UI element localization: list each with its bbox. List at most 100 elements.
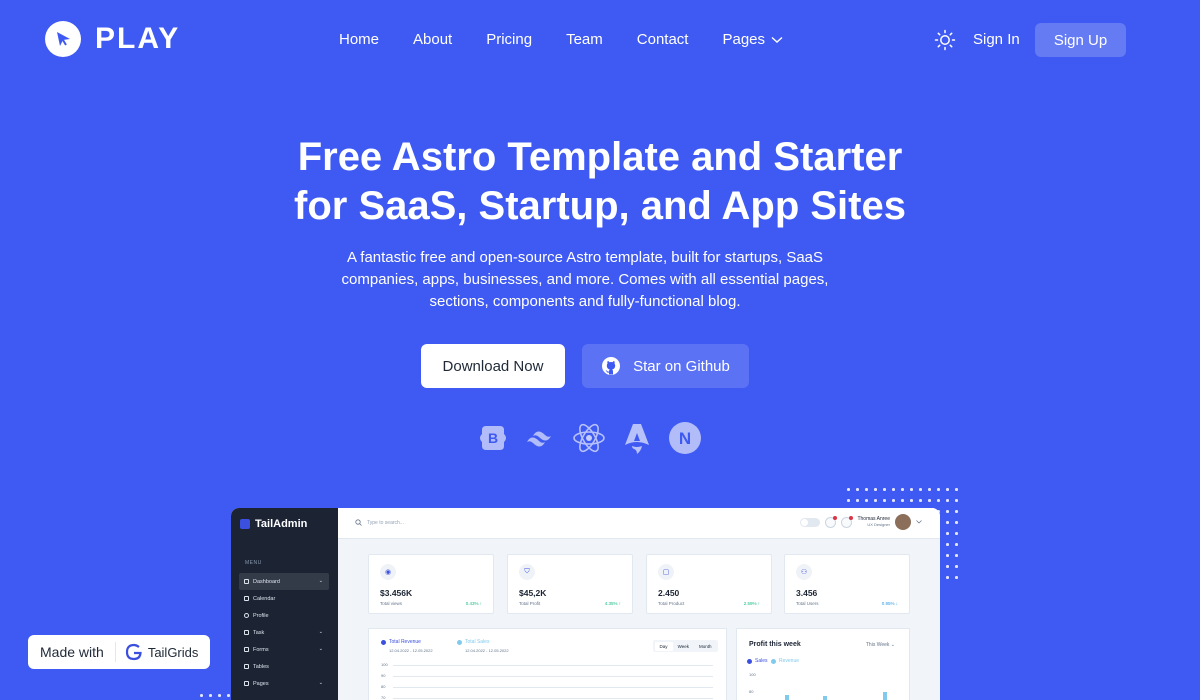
stat-change: 0.43% ↑ — [465, 601, 482, 606]
made-with-label: Made with — [40, 644, 104, 660]
revenue-chart-panel: Total Revenue 12.04.2022 - 12.05.2022 To… — [368, 628, 727, 700]
stat-value: 3.456 — [796, 588, 818, 598]
profit-chart-panel: Profit this week This Week ⌄ Sales Reven… — [736, 628, 910, 700]
nav-about[interactable]: About — [413, 31, 452, 48]
tailgrids-label: TailGrids — [147, 644, 199, 660]
preview-nav-calendar: Calendar — [239, 590, 329, 607]
search-icon — [355, 519, 362, 526]
profit-bar — [883, 692, 887, 700]
decorative-dot — [946, 510, 949, 513]
nav-pricing[interactable]: Pricing — [486, 31, 532, 48]
sign-in-link[interactable]: Sign In — [973, 31, 1020, 48]
bootstrap-icon: B — [476, 421, 510, 455]
stat-card-profit: ⛉ $45,2K Total Profit 4.35% ↑ — [507, 554, 633, 614]
decorative-dot — [955, 521, 958, 524]
decorative-dot — [955, 488, 958, 491]
github-icon — [602, 357, 621, 375]
decorative-dot — [209, 694, 212, 697]
decorative-dot — [856, 488, 859, 491]
nav-pages-label: Pages — [722, 31, 766, 48]
nav-home[interactable]: Home — [339, 31, 379, 48]
decorative-dot — [919, 488, 922, 491]
preview-nav-label: Profile — [253, 612, 269, 619]
legend-date: 12.04.2022 - 12.05.2022 — [389, 648, 433, 653]
stat-change: 0.95% ↓ — [881, 601, 898, 606]
form-icon — [244, 647, 249, 652]
seg-day: Day — [654, 641, 673, 651]
stat-change: 4.35% ↑ — [604, 601, 621, 606]
sign-up-button[interactable]: Sign Up — [1035, 23, 1126, 57]
bag-icon: ▢ — [658, 564, 674, 580]
decorative-dot — [910, 499, 913, 502]
cart-icon: ⛉ — [519, 564, 535, 580]
y-tick: 80 — [381, 684, 386, 689]
stat-card-views: ◉ $3.456K Total views 0.43% ↑ — [368, 554, 494, 614]
y-tick: 100 — [381, 662, 388, 667]
dark-mode-toggle — [800, 517, 821, 527]
preview-search: Type to search... — [355, 519, 404, 526]
legend-label: Total Sales — [465, 639, 490, 645]
preview-nav-dashboard: Dashboard ⌄ — [239, 573, 329, 590]
y-tick: 70 — [381, 695, 386, 700]
chevron-down-icon — [771, 36, 783, 43]
legend-sales: Sales — [747, 658, 768, 664]
decorative-dot — [937, 488, 940, 491]
chevron-down-icon: ⌄ — [318, 578, 323, 584]
tailgrids-logo-icon — [125, 643, 142, 661]
main-nav: Home About Pricing Team Contact Pages — [339, 31, 783, 48]
decorative-dot — [865, 488, 868, 491]
tailadmin-logo-icon — [240, 519, 250, 529]
stat-value: $3.456K — [380, 588, 413, 598]
preview-nav-label: Dashboard — [253, 578, 280, 585]
preview-user-info: Thomas Anree UX Designer — [857, 516, 890, 528]
chevron-down-icon: ⌄ — [318, 680, 323, 686]
pages-icon — [244, 681, 249, 686]
download-now-button[interactable]: Download Now — [421, 344, 565, 388]
decorative-dot — [874, 499, 877, 502]
preview-nav-label: Tables — [253, 663, 269, 670]
stat-change: 2.59% ↑ — [743, 601, 760, 606]
star-on-github-label: Star on Github — [633, 357, 730, 375]
chevron-down-icon: ⌄ — [318, 629, 323, 635]
preview-nav-label: Forms — [253, 646, 269, 653]
preview-brand: TailAdmin — [240, 518, 307, 530]
tech-stack-icons: B N — [476, 421, 702, 455]
legend-total-sales: Total Sales — [457, 639, 489, 645]
sun-icon[interactable] — [934, 29, 956, 51]
decorative-dot — [865, 499, 868, 502]
legend-revenue: Revenue — [771, 658, 799, 664]
preview-menu-label: MENU — [245, 560, 262, 566]
decorative-dot — [946, 543, 949, 546]
stat-card-product: ▢ 2.450 Total Product 2.59% ↑ — [646, 554, 772, 614]
chevron-down-icon — [916, 520, 922, 524]
svg-text:B: B — [488, 430, 498, 446]
decorative-dot — [937, 499, 940, 502]
preview-nav-task: Task ⌄ — [239, 624, 329, 641]
star-on-github-button[interactable]: Star on Github — [582, 344, 749, 388]
profit-bar — [785, 695, 789, 700]
hero-subtitle: A fantastic free and open-source Astro t… — [341, 249, 829, 310]
decorative-dot — [946, 554, 949, 557]
y-tick: 100 — [749, 672, 756, 677]
nav-team[interactable]: Team — [566, 31, 603, 48]
stat-card-users: ⚇ 3.456 Total Users 0.95% ↓ — [784, 554, 910, 614]
decorative-dot — [227, 694, 230, 697]
tailwind-icon — [524, 421, 558, 455]
preview-nav-tables: Tables — [239, 658, 329, 675]
stat-label: Total Product — [658, 601, 685, 606]
nav-pages-dropdown[interactable]: Pages — [722, 31, 783, 48]
hero-title: Free Astro Template and Starter for SaaS… — [0, 133, 1200, 231]
legend-total-revenue: Total Revenue — [381, 639, 421, 645]
logo[interactable]: PLAY — [45, 21, 180, 57]
decorative-dot-grid-bottom — [200, 694, 230, 697]
nextjs-icon: N — [668, 421, 702, 455]
preview-search-placeholder: Type to search... — [367, 519, 404, 526]
stat-value: 2.450 — [658, 588, 680, 598]
logo-text: PLAY — [95, 22, 181, 55]
calendar-icon — [244, 596, 249, 601]
decorative-dot — [955, 510, 958, 513]
nav-contact[interactable]: Contact — [637, 31, 689, 48]
made-with-tailgrids-badge[interactable]: Made with TailGrids — [28, 635, 210, 669]
decorative-dot — [883, 488, 886, 491]
decorative-dot — [883, 499, 886, 502]
